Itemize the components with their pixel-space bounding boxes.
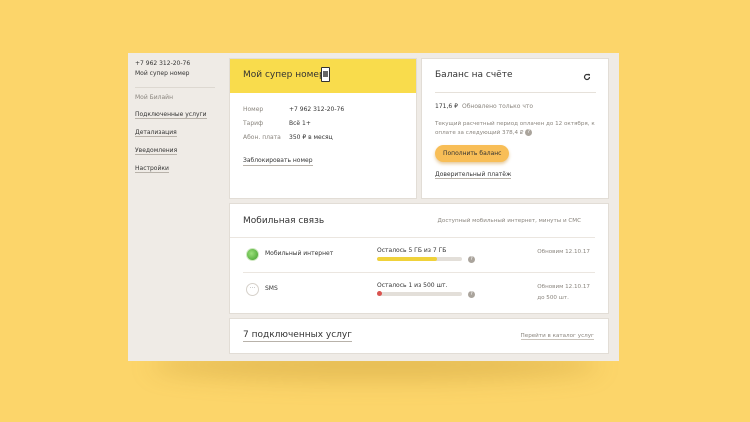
internet-remaining: Осталось 5 ГБ из 7 ГБ	[377, 247, 447, 254]
internet-renewal-date: Обновим 12.10.17	[537, 249, 590, 255]
sms-name: SMS	[265, 285, 278, 292]
sidebar-divider	[135, 87, 215, 88]
services-card: 7 подключенных услуг Перейти в каталог у…	[229, 318, 609, 354]
mobile-card-subtitle: Доступный мобильный интернет, минуты и С…	[437, 218, 581, 224]
internet-renewal: Обновим 12.10.17	[537, 247, 590, 258]
sidebar-item-label: Подключенные услуги	[135, 111, 207, 119]
info-icon[interactable]: ?	[468, 291, 475, 298]
number-card-header: Мой супер номер	[230, 59, 416, 93]
mobile-card-header: Мобильная связь Доступный мобильный инте…	[230, 204, 595, 238]
fee-value: 350 ₽ в месяц	[289, 134, 333, 141]
number-card: Мой супер номер Номер +7 962 312-20-76 Т…	[229, 58, 417, 199]
sim-card-icon	[321, 67, 330, 82]
sms-progress-bar	[377, 292, 462, 296]
balance-updated: Обновлено только что	[462, 103, 534, 110]
billing-note-text: Текущий расчетный период оплачен до 12 о…	[435, 121, 595, 136]
number-value: +7 962 312-20-76	[289, 106, 345, 113]
balance-card: Баланс на счёте 171,6 ₽ Обновлено только…	[421, 58, 609, 199]
services-count-link[interactable]: 7 подключенных услуг	[243, 330, 352, 342]
info-icon[interactable]: ?	[468, 256, 475, 263]
balance-row: 171,6 ₽ Обновлено только что	[435, 103, 596, 110]
sms-icon: ···	[246, 283, 259, 296]
number-label: Номер	[243, 106, 264, 113]
sms-renewal-amount: до 500 шт.	[537, 295, 569, 301]
sidebar: +7 962 312-20-76 Мой супер номер Мой Бил…	[128, 53, 229, 361]
tariff-row: Тариф Всё 1+	[243, 117, 416, 131]
sidebar-item-details[interactable]: Детализация	[135, 128, 229, 138]
sidebar-item-label: Настройки	[135, 165, 169, 173]
mobile-card-title: Мобильная связь	[243, 216, 325, 226]
tariff-label: Тариф	[243, 120, 264, 127]
sidebar-item-label: Уведомления	[135, 147, 178, 155]
internet-progress-fill	[377, 257, 438, 261]
sms-renewal: Обновим 12.10.17 до 500 шт.	[537, 282, 590, 304]
trust-payment-link[interactable]: Доверительный платёж	[435, 171, 596, 179]
billing-note: Текущий расчетный период оплачен до 12 о…	[435, 120, 595, 138]
app-window: +7 962 312-20-76 Мой супер номер Мой Бил…	[128, 53, 619, 361]
mobile-card: Мобильная связь Доступный мобильный инте…	[229, 203, 609, 314]
fee-row: Абон. плата 350 ₽ в месяц	[243, 131, 416, 145]
sidebar-item-settings[interactable]: Настройки	[135, 164, 229, 174]
top-up-button[interactable]: Пополнить баланс	[435, 145, 510, 162]
sidebar-item-label: Детализация	[135, 129, 177, 137]
tariff-value: Всё 1+	[289, 120, 311, 127]
info-icon[interactable]: ?	[525, 129, 533, 136]
fee-label: Абон. плата	[243, 134, 281, 141]
refresh-icon[interactable]	[583, 73, 591, 81]
sms-remaining: Осталось 1 из 500 шт.	[377, 282, 448, 289]
sidebar-item-notifications[interactable]: Уведомления	[135, 146, 229, 156]
number-row: Номер +7 962 312-20-76	[243, 103, 416, 117]
internet-row[interactable]: Мобильный интернет Осталось 5 ГБ из 7 ГБ…	[243, 238, 595, 273]
sms-renewal-date: Обновим 12.10.17	[537, 284, 590, 290]
trust-payment-label: Доверительный платёж	[435, 171, 512, 179]
mobile-internet-icon	[246, 248, 259, 261]
balance-card-title: Баланс на счёте	[435, 70, 513, 80]
catalog-link-label: Перейти в каталог услуг	[520, 333, 594, 340]
sidebar-number-name: Мой супер номер	[135, 70, 190, 77]
sidebar-section-title: Мой Билайн	[135, 94, 174, 101]
internet-progress-bar	[377, 257, 462, 261]
sidebar-item-services[interactable]: Подключенные услуги	[135, 110, 229, 120]
sms-row[interactable]: ··· SMS Осталось 1 из 500 шт. ? Обновим …	[243, 273, 595, 308]
internet-name: Мобильный интернет	[265, 250, 334, 257]
balance-divider	[435, 92, 596, 93]
balance-amount: 171,6 ₽	[435, 103, 458, 110]
sidebar-phone: +7 962 312-20-76	[135, 60, 191, 67]
block-number-link[interactable]: Заблокировать номер	[243, 157, 313, 166]
sms-low-indicator	[377, 291, 382, 296]
number-info: Номер +7 962 312-20-76 Тариф Всё 1+ Абон…	[230, 93, 416, 166]
catalog-link[interactable]: Перейти в каталог услуг	[520, 330, 594, 353]
